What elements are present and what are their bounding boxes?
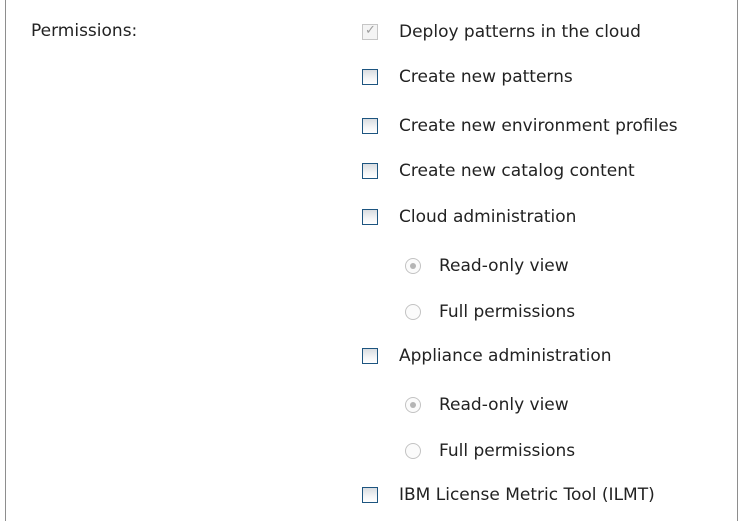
cloud-administration-checkbox[interactable] <box>362 209 378 225</box>
checkbox-row-create-environment-profiles[interactable]: Create new environment profiles <box>362 114 678 138</box>
create-patterns-checkbox[interactable] <box>362 69 378 85</box>
create-patterns-label[interactable]: Create new patterns <box>399 65 573 89</box>
permissions-label: Permissions: <box>31 21 138 41</box>
checkbox-row-create-patterns[interactable]: Create new patterns <box>362 65 573 89</box>
appliance-full-permissions-label: Full permissions <box>439 441 576 461</box>
checkbox-row-appliance-administration[interactable]: Appliance administration <box>362 344 612 368</box>
appliance-read-only-radio[interactable] <box>405 397 421 413</box>
radio-selected-dot-icon <box>410 263 416 269</box>
appliance-read-only-label: Read-only view <box>439 395 569 415</box>
cloud-full-permissions-radio[interactable] <box>405 304 421 320</box>
checkbox-row-deploy-patterns[interactable]: ✓ Deploy patterns in the cloud <box>362 20 641 44</box>
appliance-full-permissions-radio[interactable] <box>405 443 421 459</box>
create-environment-profiles-checkbox[interactable] <box>362 118 378 134</box>
deploy-patterns-label: Deploy patterns in the cloud <box>399 22 641 42</box>
create-catalog-content-checkbox[interactable] <box>362 163 378 179</box>
checkmark-icon: ✓ <box>365 23 376 38</box>
cloud-administration-label[interactable]: Cloud administration <box>399 205 576 229</box>
radio-row-cloud-read-only[interactable]: Read-only view <box>405 254 569 278</box>
appliance-administration-label[interactable]: Appliance administration <box>399 344 612 368</box>
cloud-read-only-radio[interactable] <box>405 258 421 274</box>
radio-selected-dot-icon <box>410 402 416 408</box>
create-catalog-content-label[interactable]: Create new catalog content <box>399 159 635 183</box>
deploy-patterns-checkbox: ✓ <box>362 23 378 40</box>
checkbox-row-create-catalog-content[interactable]: Create new catalog content <box>362 159 635 183</box>
radio-row-appliance-read-only[interactable]: Read-only view <box>405 393 569 417</box>
checkbox-row-ilmt[interactable]: IBM License Metric Tool (ILMT) <box>362 483 655 507</box>
radio-row-cloud-full-permissions[interactable]: Full permissions <box>405 300 575 324</box>
cloud-full-permissions-label: Full permissions <box>439 302 576 322</box>
ilmt-label[interactable]: IBM License Metric Tool (ILMT) <box>399 483 655 507</box>
radio-row-appliance-full-permissions[interactable]: Full permissions <box>405 439 575 463</box>
create-environment-profiles-label[interactable]: Create new environment profiles <box>399 114 678 138</box>
checkbox-row-cloud-administration[interactable]: Cloud administration <box>362 205 576 229</box>
ilmt-checkbox[interactable] <box>362 487 378 503</box>
cloud-read-only-label: Read-only view <box>439 256 569 276</box>
appliance-administration-checkbox[interactable] <box>362 348 378 364</box>
